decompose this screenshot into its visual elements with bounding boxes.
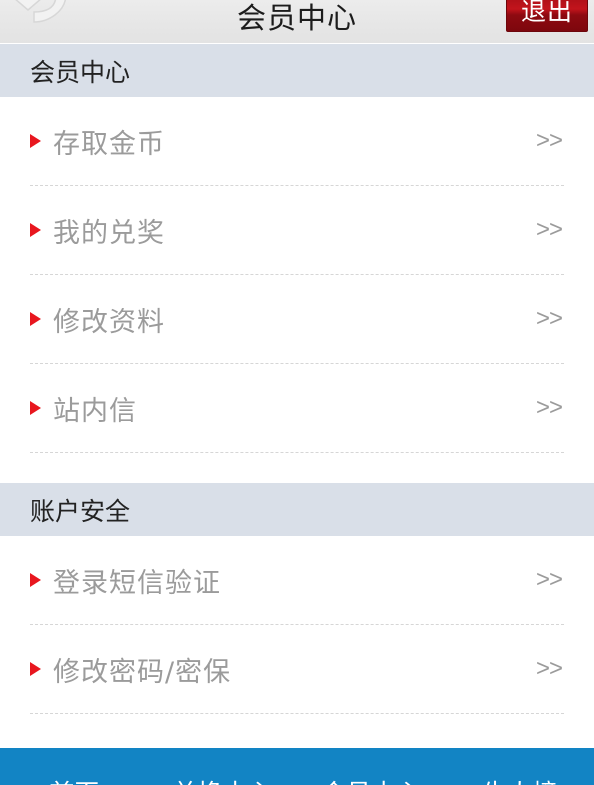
section-header-account-security: 账户安全 — [0, 483, 594, 536]
section-header-member-center: 会员中心 — [0, 44, 594, 97]
section-title: 会员中心 — [30, 57, 131, 87]
list-item-login-sms-verification[interactable]: 登录短信验证 >> — [30, 536, 564, 625]
page-title: 会员中心 — [236, 1, 357, 35]
list-item-label: 存取金币 — [53, 128, 165, 160]
nav-item-expert-ranking[interactable]: 牛人榜 — [446, 781, 594, 785]
list-item-inbox-messages[interactable]: 站内信 >> — [30, 364, 564, 453]
chevron-right-icon: >> — [535, 655, 563, 682]
nav-item-exchange-center[interactable]: 兑换中心 — [149, 781, 298, 785]
section-gap — [0, 453, 594, 483]
list-item-edit-profile[interactable]: 修改资料 >> — [30, 275, 564, 364]
chevron-right-icon: >> — [535, 305, 563, 332]
triangle-right-icon — [30, 312, 41, 326]
section-title: 账户安全 — [30, 496, 131, 526]
triangle-right-icon — [30, 401, 41, 415]
list-item-label: 修改密码/密保 — [53, 656, 232, 688]
exit-button[interactable]: 退出 — [506, 0, 588, 32]
list-item-my-redemptions[interactable]: 我的兑奖 >> — [30, 186, 564, 275]
top-header-bar: 会员中心 退出 — [0, 0, 594, 44]
account-security-list: 登录短信验证 >> 修改密码/密保 >> — [0, 536, 594, 714]
chevron-right-icon: >> — [535, 127, 563, 154]
triangle-right-icon — [30, 223, 41, 237]
triangle-right-icon — [30, 573, 41, 587]
bottom-navigation-bar: 首页 兑换中心 会员中心 牛人榜 — [0, 748, 594, 785]
nav-item-member-center[interactable]: 会员中心 — [297, 781, 446, 785]
nav-item-home[interactable]: 首页 — [0, 781, 149, 785]
list-item-change-password[interactable]: 修改密码/密保 >> — [30, 625, 564, 714]
chevron-right-icon: >> — [535, 566, 563, 593]
list-item-deposit-coins[interactable]: 存取金币 >> — [30, 97, 564, 186]
list-item-label: 登录短信验证 — [53, 567, 221, 599]
chevron-right-icon: >> — [535, 394, 563, 421]
chevron-right-icon: >> — [535, 216, 563, 243]
list-item-label: 站内信 — [53, 395, 137, 427]
list-item-label: 修改资料 — [53, 306, 165, 338]
member-center-list: 存取金币 >> 我的兑奖 >> 修改资料 >> 站内信 >> — [0, 97, 594, 453]
triangle-right-icon — [30, 134, 41, 148]
triangle-right-icon — [30, 662, 41, 676]
list-item-label: 我的兑奖 — [53, 217, 165, 249]
